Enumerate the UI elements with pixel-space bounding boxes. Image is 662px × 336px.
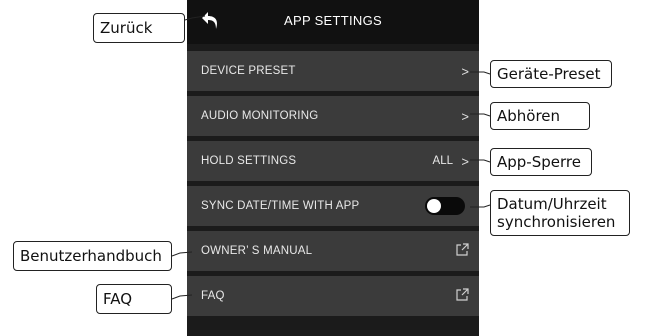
callout-back: Zurück <box>93 13 185 43</box>
audio-monitoring-row[interactable]: AUDIO MONITORING > <box>187 96 479 136</box>
sync-datetime-row: SYNC DATE/TIME WITH APP <box>187 186 479 226</box>
page-title: APP SETTINGS <box>284 13 382 28</box>
faq-row[interactable]: FAQ <box>187 276 479 316</box>
chevron-right-icon: > <box>461 63 469 79</box>
hold-settings-row[interactable]: HOLD SETTINGS ALL > <box>187 141 479 181</box>
device-preset-row[interactable]: DEVICE PRESET > <box>187 51 479 91</box>
external-link-icon <box>456 243 469 256</box>
sync-datetime-label: SYNC DATE/TIME WITH APP <box>201 200 360 212</box>
callout-sync-datetime: Datum/Uhrzeit synchronisieren <box>490 190 630 236</box>
audio-monitoring-label: AUDIO MONITORING <box>201 110 319 122</box>
hold-settings-label: HOLD SETTINGS <box>201 155 297 167</box>
callout-audio-monitoring: Abhören <box>490 102 590 130</box>
callout-owners-manual: Benutzerhandbuch <box>13 241 172 271</box>
callout-faq: FAQ <box>96 284 172 314</box>
owners-manual-row[interactable]: OWNER’ S MANUAL <box>187 231 479 271</box>
chevron-right-icon: > <box>461 153 469 169</box>
external-link-icon <box>456 288 469 301</box>
app-settings-screen: APP SETTINGS DEVICE PRESET > AUDIO MONIT… <box>187 0 479 336</box>
chevron-right-icon: > <box>461 108 469 124</box>
callout-sync-line1: Datum/Uhrzeit <box>497 195 607 213</box>
hold-settings-value: ALL <box>432 155 453 167</box>
callout-device-preset: Geräte-Preset <box>490 60 612 88</box>
title-bar: APP SETTINGS <box>187 0 479 44</box>
callout-sync-line2: synchronisieren <box>497 213 616 231</box>
sync-datetime-toggle[interactable] <box>425 197 465 215</box>
callout-hold-settings: App-Sperre <box>490 148 592 176</box>
toggle-knob <box>427 199 441 213</box>
device-preset-label: DEVICE PRESET <box>201 65 296 77</box>
owners-manual-label: OWNER’ S MANUAL <box>201 245 313 257</box>
faq-label: FAQ <box>201 290 225 302</box>
